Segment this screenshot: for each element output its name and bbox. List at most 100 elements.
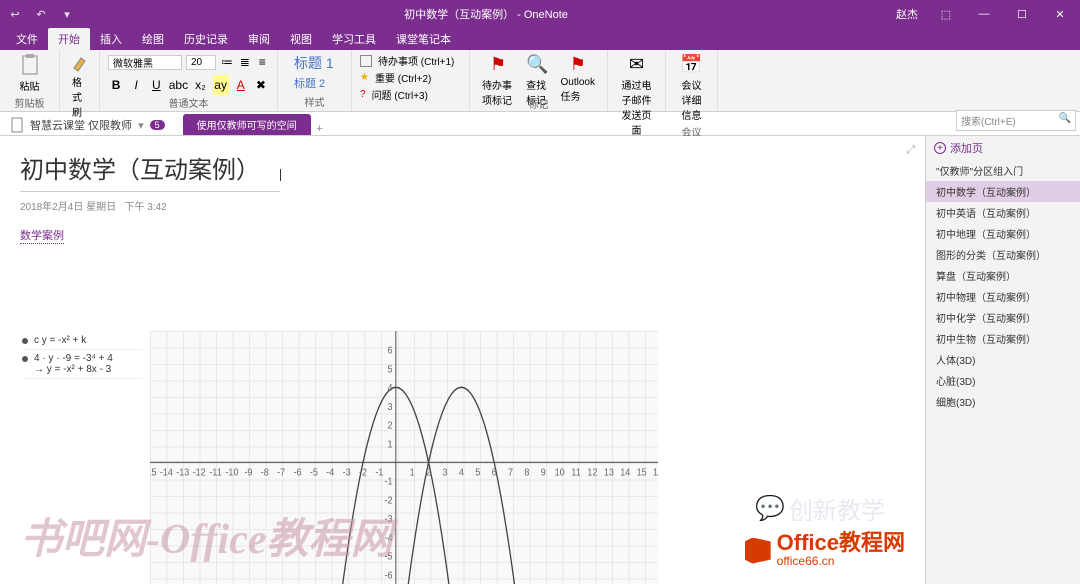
svg-text:15: 15 (637, 467, 647, 479)
underline-button[interactable]: U (148, 75, 164, 95)
menu-draw[interactable]: 绘图 (132, 28, 174, 50)
menu-review[interactable]: 审阅 (238, 28, 280, 50)
svg-text:-3: -3 (343, 467, 351, 479)
svg-text:6: 6 (492, 467, 497, 479)
style-h2[interactable]: 标题 2 (286, 74, 343, 92)
align-icon[interactable]: ≡ (256, 52, 270, 72)
email-page-button[interactable]: ✉通过电子邮件发送页面 (616, 52, 657, 139)
menu-history[interactable]: 历史记录 (174, 28, 238, 50)
page-canvas[interactable]: ⤢ 初中数学（互动案例） 2018年2月4日 星期日 下午 3:42 数学案例 … (0, 136, 925, 584)
svg-text:1: 1 (410, 467, 415, 479)
math-case-link[interactable]: 数学案例 (20, 227, 64, 244)
paste-button[interactable]: 粘贴 (8, 52, 51, 95)
svg-text:6: 6 (388, 345, 393, 357)
sidebar-item[interactable]: 算盘（互动案例） (926, 265, 1080, 286)
italic-button[interactable]: I (128, 75, 144, 95)
font-size-select[interactable] (186, 55, 216, 70)
svg-text:16: 16 (653, 467, 658, 479)
svg-text:4: 4 (388, 382, 394, 394)
svg-text:-9: -9 (244, 467, 252, 479)
style-h1[interactable]: 标题 1 (286, 52, 343, 74)
menu-learning[interactable]: 学习工具 (322, 28, 386, 50)
ribbon-collapse-icon[interactable]: ⬚ (928, 0, 964, 28)
highlight-button[interactable]: ay (213, 75, 229, 95)
back-icon[interactable]: ↩ (6, 5, 24, 23)
group-styles-label: 样式 (286, 94, 343, 111)
bullets-icon[interactable]: ≔ (220, 52, 234, 72)
svg-text:5: 5 (388, 364, 393, 376)
svg-text:1: 1 (388, 439, 393, 451)
menu-file[interactable]: 文件 (6, 28, 48, 50)
menu-view[interactable]: 视图 (280, 28, 322, 50)
menu-classnb[interactable]: 课堂笔记本 (386, 28, 461, 50)
font-name-select[interactable] (108, 55, 182, 70)
maximize-icon[interactable]: ☐ (1004, 0, 1040, 28)
notebook-selector[interactable]: 智慧云课堂 仅限教师 ▾ 5 (0, 115, 175, 135)
svg-text:-15: -15 (150, 467, 157, 479)
section-bar: 智慧云课堂 仅限教师 ▾ 5 使用仅教师可写的空间 + 搜索(Ctrl+E) 🔍 (0, 112, 1080, 136)
sidebar-item[interactable]: 初中生物（互动案例） (926, 328, 1080, 349)
meeting-button[interactable]: 📅会议详细信息 (674, 52, 709, 124)
sidebar-item[interactable]: 人体(3D) (926, 349, 1080, 370)
svg-text:5: 5 (475, 467, 480, 479)
page-date: 2018年2月4日 星期日 下午 3:42 (20, 198, 905, 213)
office-logo-icon (745, 538, 771, 564)
qat-more-icon[interactable]: ▾ (58, 5, 76, 23)
numbering-icon[interactable]: ≣ (238, 52, 252, 72)
clear-fmt-button[interactable]: ✖ (253, 75, 269, 95)
svg-text:2: 2 (426, 467, 431, 479)
formula-row[interactable]: 4 · y · -9 = -3⁴ + 4→ y = -x² + 8x - 3 (22, 350, 142, 379)
tag-question[interactable]: ?问题 (Ctrl+3) (360, 86, 461, 103)
tag-important[interactable]: ★重要 (Ctrl+2) (360, 69, 461, 86)
svg-text:-7: -7 (277, 467, 285, 479)
sidebar-item[interactable]: 细胞(3D) (926, 391, 1080, 412)
sidebar-item[interactable]: 心脏(3D) (926, 370, 1080, 391)
search-input[interactable]: 搜索(Ctrl+E) 🔍 (956, 110, 1076, 131)
sidebar-item[interactable]: 初中物理（互动案例） (926, 286, 1080, 307)
bold-button[interactable]: B (108, 75, 124, 95)
tag-todo[interactable]: 待办事项 (Ctrl+1) (360, 52, 461, 69)
svg-text:-5: -5 (310, 467, 318, 479)
sidebar-item[interactable]: 初中化学（互动案例） (926, 307, 1080, 328)
close-icon[interactable]: ✕ (1042, 0, 1078, 28)
svg-text:-12: -12 (193, 467, 206, 479)
sidebar-item[interactable]: 初中数学（互动案例） (926, 181, 1080, 202)
ribbon: 粘贴 剪贴板 格式刷 ≔ ≣ ≡ B I U abc x₂ ay (0, 50, 1080, 112)
svg-text:4: 4 (459, 467, 465, 479)
sidebar-item[interactable]: 初中地理（互动案例） (926, 223, 1080, 244)
svg-text:11: 11 (571, 467, 580, 479)
formula-row[interactable]: c y = -x² + k (22, 332, 142, 350)
expand-icon[interactable]: ⤢ (906, 144, 915, 157)
section-tab[interactable]: 使用仅教师可写的空间 (183, 114, 311, 135)
add-page-button[interactable]: +添加页 (926, 136, 1080, 160)
font-color-button[interactable]: A (233, 75, 249, 95)
svg-text:-8: -8 (261, 467, 269, 479)
sidebar-item[interactable]: 初中英语（互动案例） (926, 202, 1080, 223)
page-list-sidebar: +添加页 "仅教师"分区组入门初中数学（互动案例）初中英语（互动案例）初中地理（… (925, 136, 1080, 584)
menu-home[interactable]: 开始 (48, 28, 90, 50)
add-section-button[interactable]: + (311, 123, 329, 135)
format-painter-button[interactable]: 格式刷 (68, 52, 91, 121)
svg-text:3: 3 (442, 467, 447, 479)
svg-text:10: 10 (555, 467, 565, 479)
svg-text:-14: -14 (160, 467, 174, 479)
svg-text:12: 12 (587, 467, 597, 479)
search-icon: 🔍 (1059, 113, 1071, 124)
sidebar-item[interactable]: "仅教师"分区组入门 (926, 160, 1080, 181)
svg-text:-13: -13 (176, 467, 189, 479)
page-title[interactable]: 初中数学（互动案例） (20, 150, 280, 192)
menu-insert[interactable]: 插入 (90, 28, 132, 50)
strike-button[interactable]: abc (168, 75, 188, 95)
svg-text:8: 8 (524, 467, 529, 479)
svg-text:2: 2 (388, 420, 393, 432)
svg-text:7: 7 (508, 467, 513, 479)
brush-icon (71, 54, 89, 72)
titlebar: ↩ ↶ ▾ 初中数学（互动案例） - OneNote 赵杰 ⬚ ― ☐ ✕ (0, 0, 1080, 28)
minimize-icon[interactable]: ― (966, 0, 1002, 28)
undo-icon[interactable]: ↶ (32, 5, 50, 23)
sub-button[interactable]: x₂ (192, 75, 208, 95)
clipboard-icon (20, 54, 40, 76)
sidebar-item[interactable]: 图形的分类（互动案例） (926, 244, 1080, 265)
notebook-icon (10, 117, 24, 133)
user-name[interactable]: 赵杰 (896, 6, 918, 22)
